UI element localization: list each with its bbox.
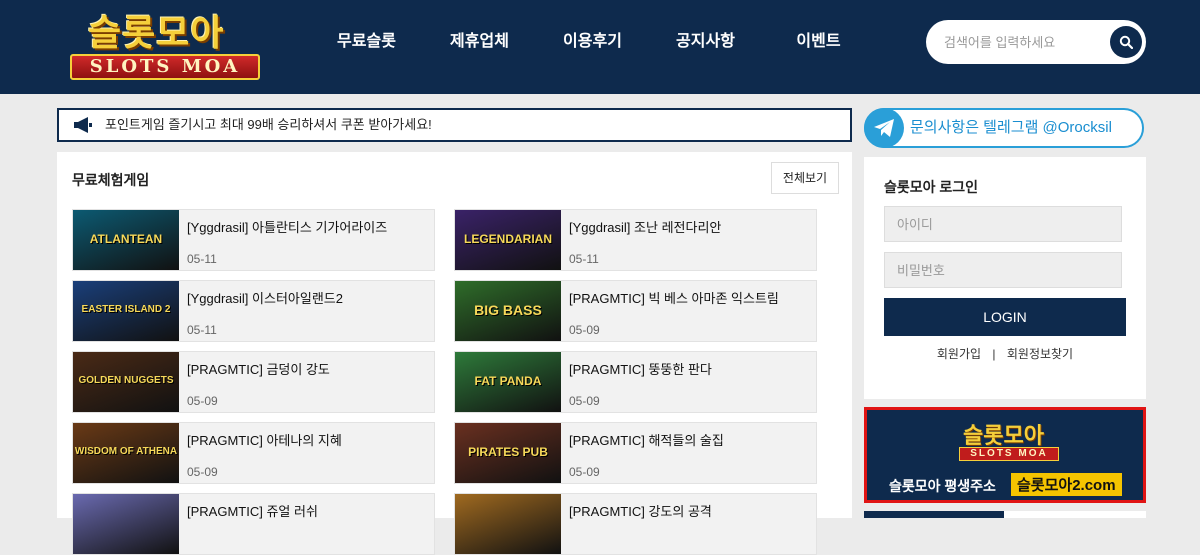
nav-partners[interactable]: 제휴업체 bbox=[423, 0, 536, 84]
login-button[interactable]: LOGIN bbox=[884, 298, 1126, 336]
telegram-text: 문의사항은 텔레그램 @Orocksil bbox=[910, 119, 1112, 136]
search-input[interactable] bbox=[944, 20, 1104, 64]
game-date: 05-11 bbox=[569, 252, 599, 266]
telegram-badge bbox=[864, 108, 904, 148]
thumbnail-logo-text: BIG BASS bbox=[474, 302, 542, 318]
logo-ribbon: SLOTS MOA bbox=[70, 54, 260, 80]
banner-logo-ribbon: SLOTS MOA bbox=[959, 447, 1059, 461]
thumbnail-logo-text: FAT PANDA bbox=[474, 374, 542, 388]
game-date: 05-11 bbox=[187, 323, 217, 337]
game-card[interactable]: [PRAGMTIC] 강도의 공격 bbox=[454, 493, 817, 555]
game-title[interactable]: [PRAGMTIC] 빅 베스 아마존 익스트림 bbox=[569, 288, 779, 307]
game-thumbnail[interactable]: BIG BASS bbox=[455, 281, 561, 341]
game-card[interactable]: EASTER ISLAND 2 [Yggdrasil] 이스터아일랜드2 05-11 bbox=[72, 280, 435, 342]
game-date: 05-09 bbox=[187, 465, 218, 479]
game-card[interactable]: PIRATES PUB [PRAGMTIC] 해적들의 술집 05-09 bbox=[454, 422, 817, 484]
game-thumbnail[interactable]: EASTER ISLAND 2 bbox=[73, 281, 179, 341]
main-nav: 무료슬롯 제휴업체 이용후기 공지사항 이벤트 bbox=[310, 0, 875, 84]
logo-korean-text: 슬롯모아 bbox=[88, 13, 225, 54]
user-id-field[interactable] bbox=[884, 206, 1122, 242]
search-button[interactable] bbox=[1110, 26, 1142, 58]
account-links: 회원가입 | 회원정보찾기 bbox=[864, 345, 1146, 362]
thumbnail-logo-text: WISDOM OF ATHENA bbox=[74, 446, 178, 457]
thumbnail-logo-text: EASTER ISLAND 2 bbox=[81, 304, 171, 315]
panel-title: 무료체험게임 bbox=[72, 172, 150, 188]
thumbnail-logo-text: PIRATES PUB bbox=[468, 445, 548, 459]
nav-notices[interactable]: 공지사항 bbox=[649, 0, 762, 84]
game-thumbnail[interactable]: FAT PANDA bbox=[455, 352, 561, 412]
thumbnail-logo-text: GOLDEN NUGGETS bbox=[78, 375, 174, 386]
site-header: 슬롯모아 SLOTS MOA 무료슬롯 제휴업체 이용후기 공지사항 이벤트 bbox=[0, 0, 1200, 94]
find-account-link[interactable]: 회원정보찾기 bbox=[1007, 347, 1073, 361]
game-title[interactable]: [PRAGMTIC] 금덩이 강도 bbox=[187, 359, 330, 378]
game-card[interactable]: WISDOM OF ATHENA [PRAGMTIC] 아테나의 지혜 05-09 bbox=[72, 422, 435, 484]
link-divider: | bbox=[992, 347, 996, 361]
game-thumbnail[interactable]: GOLDEN NUGGETS bbox=[73, 352, 179, 412]
game-date: 05-11 bbox=[187, 252, 217, 266]
password-field[interactable] bbox=[884, 252, 1122, 288]
game-date: 05-09 bbox=[569, 465, 600, 479]
game-card[interactable]: GOLDEN NUGGETS [PRAGMTIC] 금덩이 강도 05-09 bbox=[72, 351, 435, 413]
game-card[interactable]: LEGENDARIAN [Yggdrasil] 조난 레전다리안 05-11 bbox=[454, 209, 817, 271]
search-box bbox=[926, 20, 1146, 64]
game-thumbnail[interactable]: PIRATES PUB bbox=[455, 423, 561, 483]
login-title: 슬롯모아 로그인 bbox=[884, 179, 979, 195]
search-icon bbox=[1119, 35, 1133, 49]
thumbnail-logo-text: ATLANTEAN bbox=[89, 232, 163, 246]
game-thumbnail[interactable]: WISDOM OF ATHENA bbox=[73, 423, 179, 483]
nav-free-slots[interactable]: 무료슬롯 bbox=[310, 0, 423, 84]
banner-url: 슬롯모아2.com bbox=[1011, 473, 1122, 496]
game-title[interactable]: [Yggdrasil] 아틀란티스 기가어라이즈 bbox=[187, 217, 387, 236]
notice-bar: 포인트게임 즐기시고 최대 99배 승리하셔서 쿠폰 받아가세요! bbox=[57, 108, 852, 142]
signup-link[interactable]: 회원가입 bbox=[937, 347, 981, 361]
site-logo[interactable]: 슬롯모아 SLOTS MOA bbox=[60, 4, 270, 90]
game-title[interactable]: [PRAGMTIC] 해적들의 술집 bbox=[569, 430, 724, 449]
game-card[interactable]: FAT PANDA [PRAGMTIC] 뚱뚱한 판다 05-09 bbox=[454, 351, 817, 413]
megaphone-icon bbox=[74, 117, 92, 133]
free-games-panel: 무료체험게임 전체보기 ATLANTEAN [Yggdrasil] 아틀란티스 기… bbox=[57, 152, 852, 555]
login-box: 슬롯모아 로그인 LOGIN 회원가입 | 회원정보찾기 bbox=[864, 157, 1146, 399]
game-title[interactable]: [PRAGMTIC] 쥬얼 러쉬 bbox=[187, 501, 318, 520]
telegram-icon bbox=[874, 119, 894, 137]
game-card[interactable]: ATLANTEAN [Yggdrasil] 아틀란티스 기가어라이즈 05-11 bbox=[72, 209, 435, 271]
game-title[interactable]: [Yggdrasil] 이스터아일랜드2 bbox=[187, 288, 343, 307]
game-thumbnail[interactable] bbox=[455, 494, 561, 554]
game-title[interactable]: [PRAGMTIC] 뚱뚱한 판다 bbox=[569, 359, 712, 378]
banner-logo-text: 슬롯모아 bbox=[963, 424, 1044, 449]
nav-reviews[interactable]: 이용후기 bbox=[536, 0, 649, 84]
notice-text: 포인트게임 즐기시고 최대 99배 승리하셔서 쿠폰 받아가세요! bbox=[105, 117, 432, 132]
game-card[interactable]: BIG BASS [PRAGMTIC] 빅 베스 아마존 익스트림 05-09 bbox=[454, 280, 817, 342]
sidebar-tab-bar bbox=[864, 511, 1146, 518]
nav-events[interactable]: 이벤트 bbox=[762, 0, 875, 84]
view-all-button[interactable]: 전체보기 bbox=[771, 162, 839, 194]
game-title[interactable]: [Yggdrasil] 조난 레전다리안 bbox=[569, 217, 721, 236]
game-date: 05-09 bbox=[569, 323, 600, 337]
sidebar-tab-active[interactable] bbox=[864, 511, 1004, 518]
game-date: 05-09 bbox=[187, 394, 218, 408]
address-banner[interactable]: 슬롯모아 SLOTS MOA 슬롯모아 평생주소 슬롯모아2.com bbox=[864, 407, 1146, 503]
game-card[interactable]: [PRAGMTIC] 쥬얼 러쉬 bbox=[72, 493, 435, 555]
banner-caption: 슬롯모아 평생주소 bbox=[889, 478, 996, 494]
game-thumbnail[interactable] bbox=[73, 494, 179, 554]
game-thumbnail[interactable]: LEGENDARIAN bbox=[455, 210, 561, 270]
telegram-contact[interactable]: 문의사항은 텔레그램 @Orocksil bbox=[864, 108, 1144, 148]
game-date: 05-09 bbox=[569, 394, 600, 408]
thumbnail-logo-text: LEGENDARIAN bbox=[463, 232, 552, 246]
game-title[interactable]: [PRAGMTIC] 강도의 공격 bbox=[569, 501, 712, 520]
game-thumbnail[interactable]: ATLANTEAN bbox=[73, 210, 179, 270]
game-title[interactable]: [PRAGMTIC] 아테나의 지혜 bbox=[187, 430, 342, 449]
